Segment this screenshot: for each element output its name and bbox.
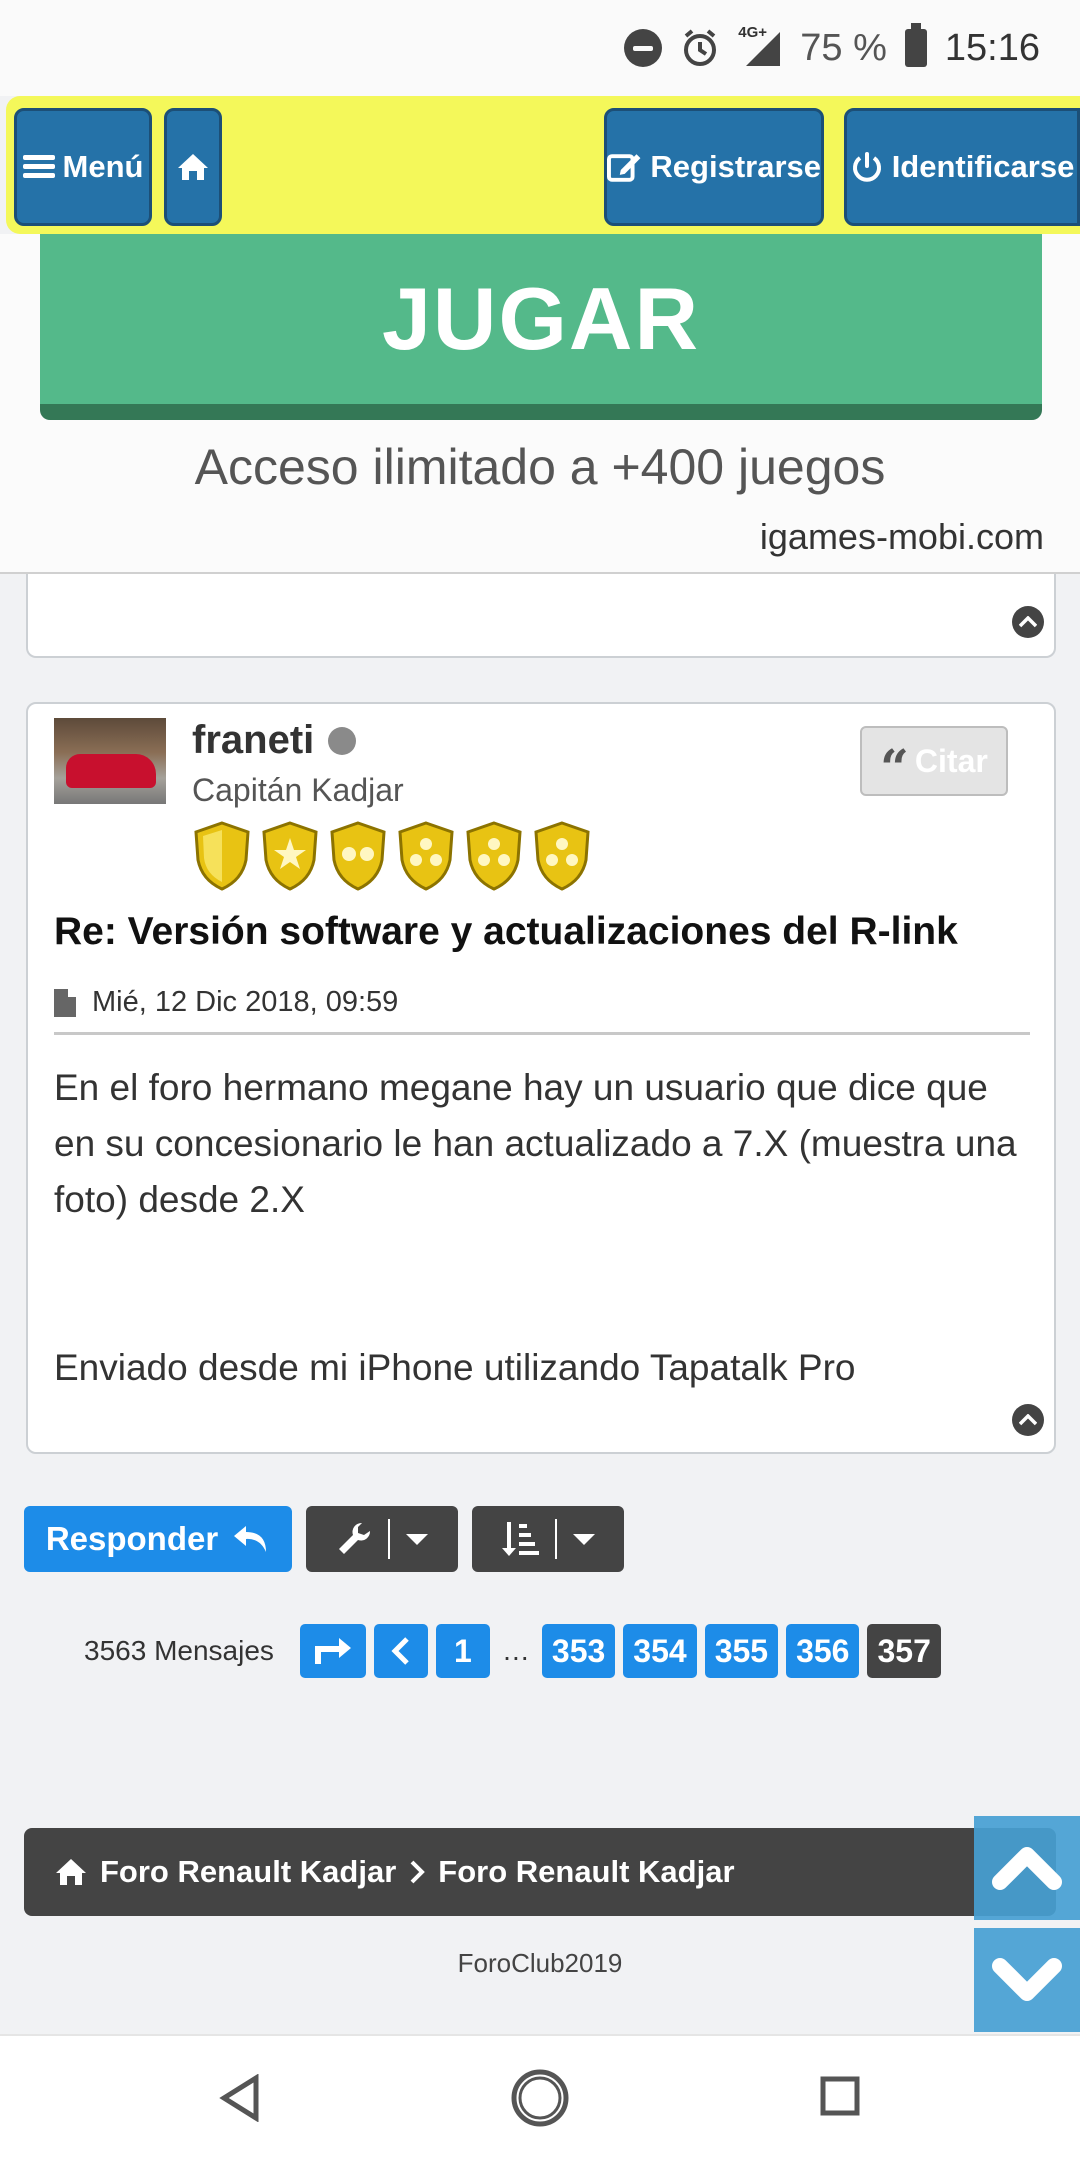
post-body: En el foro hermano megane hay un usuario… — [54, 1060, 1030, 1396]
top-navigation: Menú Registrarse Identificarse — [6, 96, 1080, 234]
chevron-left-icon — [391, 1637, 409, 1665]
jump-to-page-button[interactable] — [299, 1624, 366, 1678]
sort-icon — [502, 1522, 539, 1556]
page-link[interactable]: 1 — [435, 1624, 490, 1678]
back-to-top-icon[interactable] — [1012, 1404, 1044, 1436]
message-count: 3563 Mensajes — [84, 1635, 274, 1666]
battery-icon — [904, 23, 927, 67]
register-label: Registrarse — [650, 149, 821, 184]
chevron-down-icon — [406, 1533, 428, 1545]
topic-tools-button[interactable] — [306, 1506, 458, 1572]
login-label: Identificarse — [891, 149, 1075, 184]
menu-label: Menú — [62, 149, 144, 184]
scroll-up-button[interactable] — [974, 1816, 1080, 1920]
ad-play-button[interactable]: JUGAR — [40, 234, 1042, 420]
menu-button[interactable]: Menú — [14, 108, 152, 226]
shield-three-stars-icon — [466, 821, 522, 891]
advertisement[interactable]: JUGAR Acceso ilimitado a +400 juegos iga… — [0, 234, 1080, 574]
post-signature: Enviado desde mi iPhone utilizando Tapat… — [54, 1347, 856, 1388]
scroll-down-button[interactable] — [974, 1928, 1080, 2032]
chevron-down-icon — [573, 1533, 595, 1545]
pagination-ellipsis: … — [501, 1635, 530, 1666]
battery-percent: 75 % — [800, 26, 887, 69]
username-text: franeti — [192, 718, 315, 762]
do-not-disturb-icon — [624, 29, 663, 67]
divider — [54, 1032, 1030, 1035]
wrench-icon — [339, 1522, 371, 1554]
footer-text: ForoClub2019 — [457, 1948, 623, 1978]
status-bar: 4G+ 75 % 15:16 — [0, 0, 1080, 96]
page-link[interactable]: 353 — [541, 1624, 616, 1678]
ad-url: igames-mobi.com — [759, 516, 1044, 557]
shield-three-stars-icon — [398, 821, 454, 891]
offline-status-icon — [328, 726, 357, 755]
breadcrumb-item-forum[interactable]: Foro Renault Kadjar — [438, 1854, 734, 1890]
username[interactable]: franeti — [192, 718, 357, 763]
shield-two-stars-icon — [330, 821, 386, 891]
post-icon[interactable] — [54, 988, 76, 1017]
home-icon — [178, 154, 208, 180]
quote-label: Citar — [914, 742, 988, 779]
back-to-top-icon[interactable] — [1012, 606, 1044, 638]
separator — [555, 1519, 557, 1559]
sort-button[interactable] — [472, 1506, 624, 1572]
avatar[interactable] — [54, 718, 166, 804]
quote-icon: “ — [880, 738, 909, 797]
separator — [388, 1519, 390, 1559]
previous-page-button[interactable] — [373, 1624, 428, 1678]
topic-actions: Responder — [24, 1506, 624, 1572]
home-circle-icon — [511, 2069, 569, 2127]
page-link[interactable]: 355 — [704, 1624, 779, 1678]
page-link[interactable]: 356 — [786, 1624, 860, 1678]
login-button[interactable]: Identificarse — [844, 108, 1080, 226]
back-nav-button[interactable] — [218, 2073, 262, 2127]
chevron-down-icon — [992, 1958, 1062, 2001]
home-nav-button[interactable] — [510, 2068, 570, 2133]
back-triangle-icon — [219, 2073, 259, 2123]
user-rank: Capitán Kadjar — [192, 772, 404, 808]
previous-post-card — [26, 574, 1056, 658]
post-text: En el foro hermano megane hay un usuario… — [54, 1067, 1017, 1220]
shield-icon — [194, 821, 250, 891]
reply-button[interactable]: Responder — [24, 1506, 292, 1572]
status-icons: 4G+ 75 % 15:16 — [624, 22, 1040, 74]
recents-nav-button[interactable] — [818, 2074, 862, 2123]
page-link[interactable]: 354 — [623, 1624, 697, 1678]
rank-shields — [192, 820, 592, 892]
chevron-up-icon — [992, 1847, 1062, 1890]
post-card: franeti Capitán Kadjar “ Citar Re: Versi… — [26, 702, 1056, 1454]
post-date: Mié, 12 Dic 2018, 09:59 — [54, 986, 398, 1019]
hamburger-icon — [22, 155, 55, 178]
chevron-right-icon — [410, 1860, 426, 1884]
avatar-car-image — [66, 754, 156, 788]
home-icon — [56, 1859, 86, 1885]
edit-icon — [607, 154, 641, 182]
post-title: Re: Versión software y actualizaciones d… — [54, 910, 958, 953]
quote-button[interactable]: “ Citar — [860, 726, 1008, 796]
ad-tagline: Acceso ilimitado a +400 juegos — [194, 439, 886, 495]
shield-three-stars-icon — [534, 821, 590, 891]
pagination: 3563 Mensajes 1 … 353 354 355 356 357 — [84, 1624, 941, 1678]
post-date-text: Mié, 12 Dic 2018, 09:59 — [92, 986, 399, 1018]
reply-icon — [234, 1526, 267, 1552]
home-button[interactable] — [164, 108, 222, 226]
share-arrow-icon — [314, 1638, 351, 1664]
reply-label: Responder — [45, 1520, 219, 1557]
signal-icon: 4G+ — [738, 24, 782, 68]
clock: 15:16 — [944, 26, 1040, 69]
shield-star-icon — [262, 821, 318, 891]
power-icon — [852, 152, 881, 182]
system-navigation-bar — [0, 2034, 1080, 2160]
breadcrumb-item-home[interactable]: Foro Renault Kadjar — [100, 1854, 396, 1890]
current-page: 357 — [867, 1624, 941, 1678]
register-button[interactable]: Registrarse — [604, 108, 824, 226]
alarm-icon — [684, 29, 717, 66]
recents-square-icon — [820, 2076, 860, 2116]
breadcrumb: Foro Renault Kadjar Foro Renault Kadjar — [24, 1828, 1056, 1916]
